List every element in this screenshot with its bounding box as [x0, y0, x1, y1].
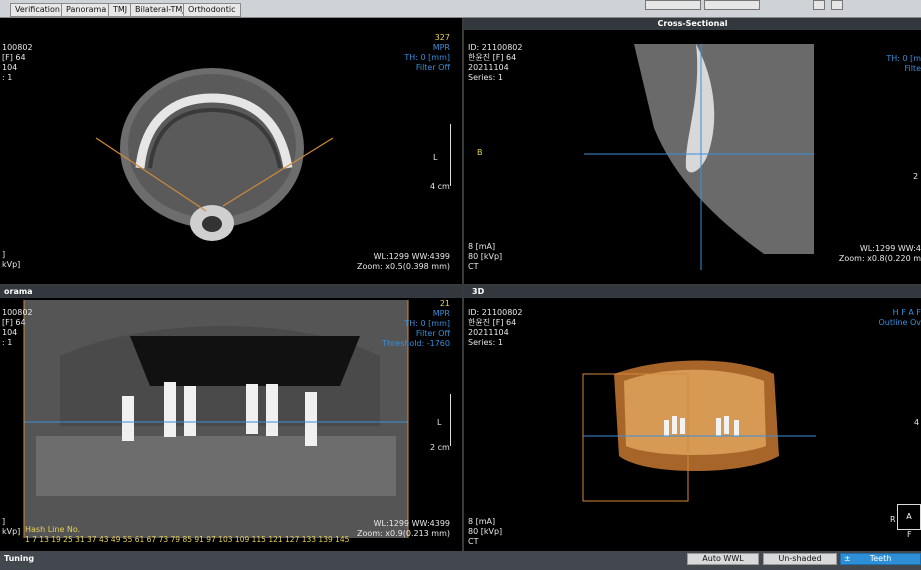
cross-filter: Filte [904, 64, 921, 73]
axial-slice-number: 327 [434, 33, 450, 42]
panorama-viewport[interactable]: orama 100802 [F] 64 104 : 1 21 MPR TH: 0… [0, 286, 462, 551]
cross-thickness: TH: 0 [m [886, 54, 921, 63]
cross-info-date: 20211104 [468, 63, 509, 72]
3d-viewport[interactable]: 3D ID: 21100802 한윤진 [F] 64 20211104 Seri… [464, 286, 921, 551]
axial-info-2: [F] 64 [2, 53, 26, 62]
3d-outline-option: Outline Ov [878, 318, 921, 327]
tab-verification[interactable]: Verification [10, 3, 65, 17]
panorama-info-3: 104 [2, 328, 18, 337]
panorama-filter: Filter Off [415, 329, 450, 338]
axial-zoom: Zoom: x0.5(0.398 mm) [356, 262, 450, 271]
cross-ma: 8 [mA] [468, 242, 496, 251]
3d-info-date: 20211104 [468, 328, 509, 337]
cross-zoom: Zoom: x0.8(0.220 m [838, 254, 921, 263]
panorama-zoom: Zoom: x0.9(0.213 mm) [356, 529, 450, 538]
axial-info-4: : 1 [2, 73, 13, 82]
panorama-info-1: 100802 [2, 308, 33, 317]
panorama-wlww: WL:1299 WW:4399 [373, 519, 450, 528]
axial-bottom-left-2: kVp] [2, 260, 21, 269]
cross-modality: CT [468, 262, 479, 271]
axial-mode: MPR [432, 43, 450, 52]
tab-orthodontic[interactable]: Orthodontic [183, 3, 241, 17]
teeth-button-prefix: ± [844, 554, 851, 563]
3d-orientation-anterior: A [906, 512, 912, 521]
panorama-info-4: : 1 [2, 338, 13, 347]
teeth-button[interactable]: ± Teeth [840, 553, 921, 565]
bottom-status-bar: Tuning Auto WWL Un-shaded ± Teeth [0, 551, 921, 570]
3d-info-id: ID: 21100802 [468, 308, 523, 317]
cross-kvp: 80 [kVp] [468, 252, 503, 261]
toolbar-button-2[interactable] [704, 0, 760, 10]
3d-modality: CT [468, 537, 479, 546]
unshaded-button[interactable]: Un-shaded [763, 553, 837, 565]
cross-info-id: ID: 21100802 [468, 43, 523, 52]
axial-filter: Filter Off [415, 63, 450, 72]
tab-panorama[interactable]: Panorama [61, 3, 112, 17]
3d-kvp: 80 [kVp] [468, 527, 503, 536]
cross-sectional-viewport[interactable]: Cross-Sectional ID: 21100802 한윤진 [F] 64 … [464, 18, 921, 284]
axial-bottom-left-1: ] [2, 250, 6, 259]
axial-wlww: WL:1299 WW:4399 [373, 252, 450, 261]
3d-info-series: Series: 1 [468, 338, 503, 347]
3d-scale-partial: 4 [914, 418, 920, 427]
panorama-scale: 2 cm [430, 443, 450, 452]
teeth-button-label: Teeth [869, 554, 892, 563]
cross-info-name: 한윤진 [F] 64 [468, 53, 517, 62]
toolbar-icon-button-2[interactable] [831, 0, 843, 10]
axial-info-3: 104 [2, 63, 18, 72]
panorama-bottom-left-2: kVp] [2, 527, 21, 536]
tab-tmj[interactable]: TMJ [108, 3, 133, 17]
panorama-mode: MPR [432, 309, 450, 318]
3d-orientation-foot: F [907, 530, 912, 539]
axial-info-1: 100802 [2, 43, 33, 52]
3d-volume-render [582, 360, 816, 502]
3d-view-options: H F A F [892, 308, 921, 317]
panorama-slice-number: 21 [439, 299, 450, 308]
tab-bilateral-tmj[interactable]: Bilateral-TMJ [130, 3, 190, 17]
axial-viewport[interactable]: 100802 [F] 64 104 : 1 327 MPR TH: 0 [mm]… [0, 18, 462, 284]
axial-ruler [446, 124, 451, 186]
axial-ruler-label: L [433, 153, 438, 162]
axial-scale: 4 cm [430, 182, 450, 191]
panorama-threshold: Threshold: -1760 [382, 339, 450, 348]
axial-thickness: TH: 0 [mm] [404, 53, 450, 62]
3d-ma: 8 [mA] [468, 517, 496, 526]
3d-orientation-right: R [890, 515, 896, 524]
auto-wwl-button[interactable]: Auto WWL [687, 553, 759, 565]
toolbar-button-1[interactable] [645, 0, 701, 10]
cross-info-series: Series: 1 [468, 73, 503, 82]
cross-scale-partial: 2 [913, 172, 919, 181]
toolbar-icon-button-1[interactable] [813, 0, 825, 10]
3d-orientation-cube[interactable]: A [897, 504, 921, 530]
panorama-ruler-label: L [437, 418, 442, 427]
panorama-thickness: TH: 0 [mm] [404, 319, 450, 328]
tuning-label: Tuning [4, 554, 35, 563]
axial-ct-image [95, 68, 334, 241]
top-tab-bar: Verification Panorama TMJ Bilateral-TMJ … [0, 0, 921, 18]
hash-line-label: Hash Line No. [25, 525, 81, 534]
panorama-bottom-left-1: ] [2, 517, 6, 526]
panorama-info-2: [F] 64 [2, 318, 26, 327]
hash-line-numbers: 1 7 13 19 25 31 37 43 49 55 61 67 73 79 … [25, 535, 350, 544]
panorama-ruler [446, 394, 451, 446]
3d-info-name: 한윤진 [F] 64 [468, 318, 517, 327]
cross-marker: B [477, 148, 483, 157]
cross-wlww: WL:1299 WW:4 [859, 244, 921, 253]
